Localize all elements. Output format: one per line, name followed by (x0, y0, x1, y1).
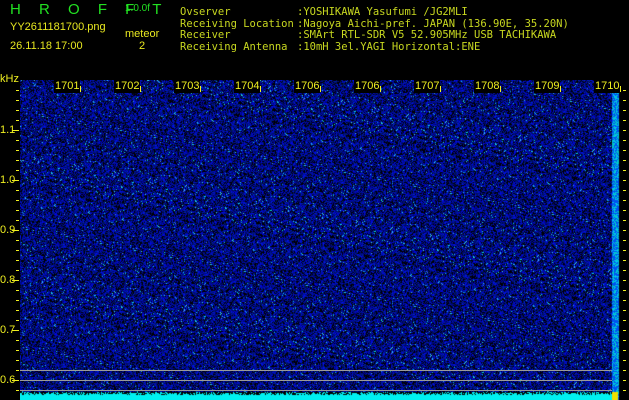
y-tick (16, 100, 19, 101)
y-tick (16, 320, 19, 321)
y-tick-right (623, 390, 626, 391)
y-tick-right (623, 310, 626, 311)
y-tick-right (623, 150, 626, 151)
y-tick (16, 350, 19, 351)
y-tick (12, 280, 19, 281)
y-tick-right (623, 290, 626, 291)
y-tick (16, 260, 19, 261)
time-label: 1702 (114, 80, 141, 93)
y-tick (12, 380, 19, 381)
time-label: 1701 (54, 80, 81, 93)
time-label: 1704 (234, 80, 261, 93)
y-tick-right (623, 300, 626, 301)
y-tick (16, 240, 19, 241)
y-tick-right (623, 340, 626, 341)
time-tick (320, 86, 321, 92)
y-axis-unit: kHz (0, 73, 19, 85)
y-tick (16, 370, 19, 371)
y-tick (16, 300, 19, 301)
y-tick (16, 360, 19, 361)
reference-line (20, 390, 612, 391)
y-tick-right (623, 360, 626, 361)
y-tick (12, 330, 19, 331)
y-tick (16, 190, 19, 191)
y-tick (12, 180, 19, 181)
y-tick-right (623, 260, 626, 261)
y-tick-right (623, 380, 626, 381)
y-tick (16, 210, 19, 211)
y-tick-right (623, 370, 626, 371)
y-tick (16, 120, 19, 121)
time-label: 1706 (354, 80, 381, 93)
detection-count: 2 (139, 40, 146, 52)
y-tick-right (623, 330, 626, 331)
time-label: 1706 (294, 80, 321, 93)
y-tick (16, 290, 19, 291)
y-tick-right (623, 180, 626, 181)
y-tick-right (623, 220, 626, 221)
y-tick-right (623, 350, 626, 351)
y-tick-right (623, 120, 626, 121)
y-tick (12, 230, 19, 231)
y-tick-right (623, 210, 626, 211)
y-tick (16, 200, 19, 201)
time-tick (500, 86, 501, 92)
y-tick (16, 160, 19, 161)
file-name: YY2611181700.png (10, 21, 106, 33)
y-tick (16, 220, 19, 221)
station-info: Ovserver:YOSHIKAWA Yasufumi /JG2MLI Rece… (180, 6, 569, 53)
time-tick (380, 86, 381, 92)
file-datetime: 26.11.18 17:00 (10, 40, 83, 52)
y-tick-right (623, 240, 626, 241)
y-tick-right (623, 140, 626, 141)
y-tick-right (623, 230, 626, 231)
y-tick-right (623, 190, 626, 191)
time-tick (80, 86, 81, 92)
y-tick (16, 310, 19, 311)
y-tick (16, 250, 19, 251)
y-tick-right (623, 160, 626, 161)
y-tick-right (623, 280, 626, 281)
app-version: 1.0.0f (125, 3, 151, 14)
time-label: 1708 (474, 80, 501, 93)
y-tick (16, 90, 19, 91)
time-tick (560, 86, 561, 92)
reference-line (20, 380, 612, 381)
time-tick (200, 86, 201, 92)
time-label: 1707 (414, 80, 441, 93)
time-label: 1709 (534, 80, 561, 93)
y-tick-right (623, 250, 626, 251)
y-tick-right (623, 170, 626, 171)
y-tick (12, 130, 19, 131)
y-tick-right (623, 100, 626, 101)
y-tick (16, 390, 19, 391)
y-tick (16, 340, 19, 341)
time-tick (260, 86, 261, 92)
info-row: Receiving Antenna:10mH 3el.YAGI Horizont… (180, 40, 481, 53)
y-tick-right (623, 320, 626, 321)
y-tick (16, 270, 19, 271)
y-tick (16, 170, 19, 171)
y-tick-right (623, 200, 626, 201)
time-label: 1710 (594, 80, 621, 93)
y-tick (16, 110, 19, 111)
y-tick-right (623, 270, 626, 271)
time-tick (620, 86, 621, 92)
time-tick (140, 86, 141, 92)
waterfall-spectrogram (20, 80, 620, 400)
time-label: 1703 (174, 80, 201, 93)
time-tick (440, 86, 441, 92)
y-tick-right (623, 110, 626, 111)
y-tick (16, 150, 19, 151)
y-tick (16, 140, 19, 141)
reference-line (20, 370, 612, 371)
y-tick-right (623, 130, 626, 131)
detection-label: meteor (125, 28, 160, 40)
y-tick-right (623, 90, 626, 91)
